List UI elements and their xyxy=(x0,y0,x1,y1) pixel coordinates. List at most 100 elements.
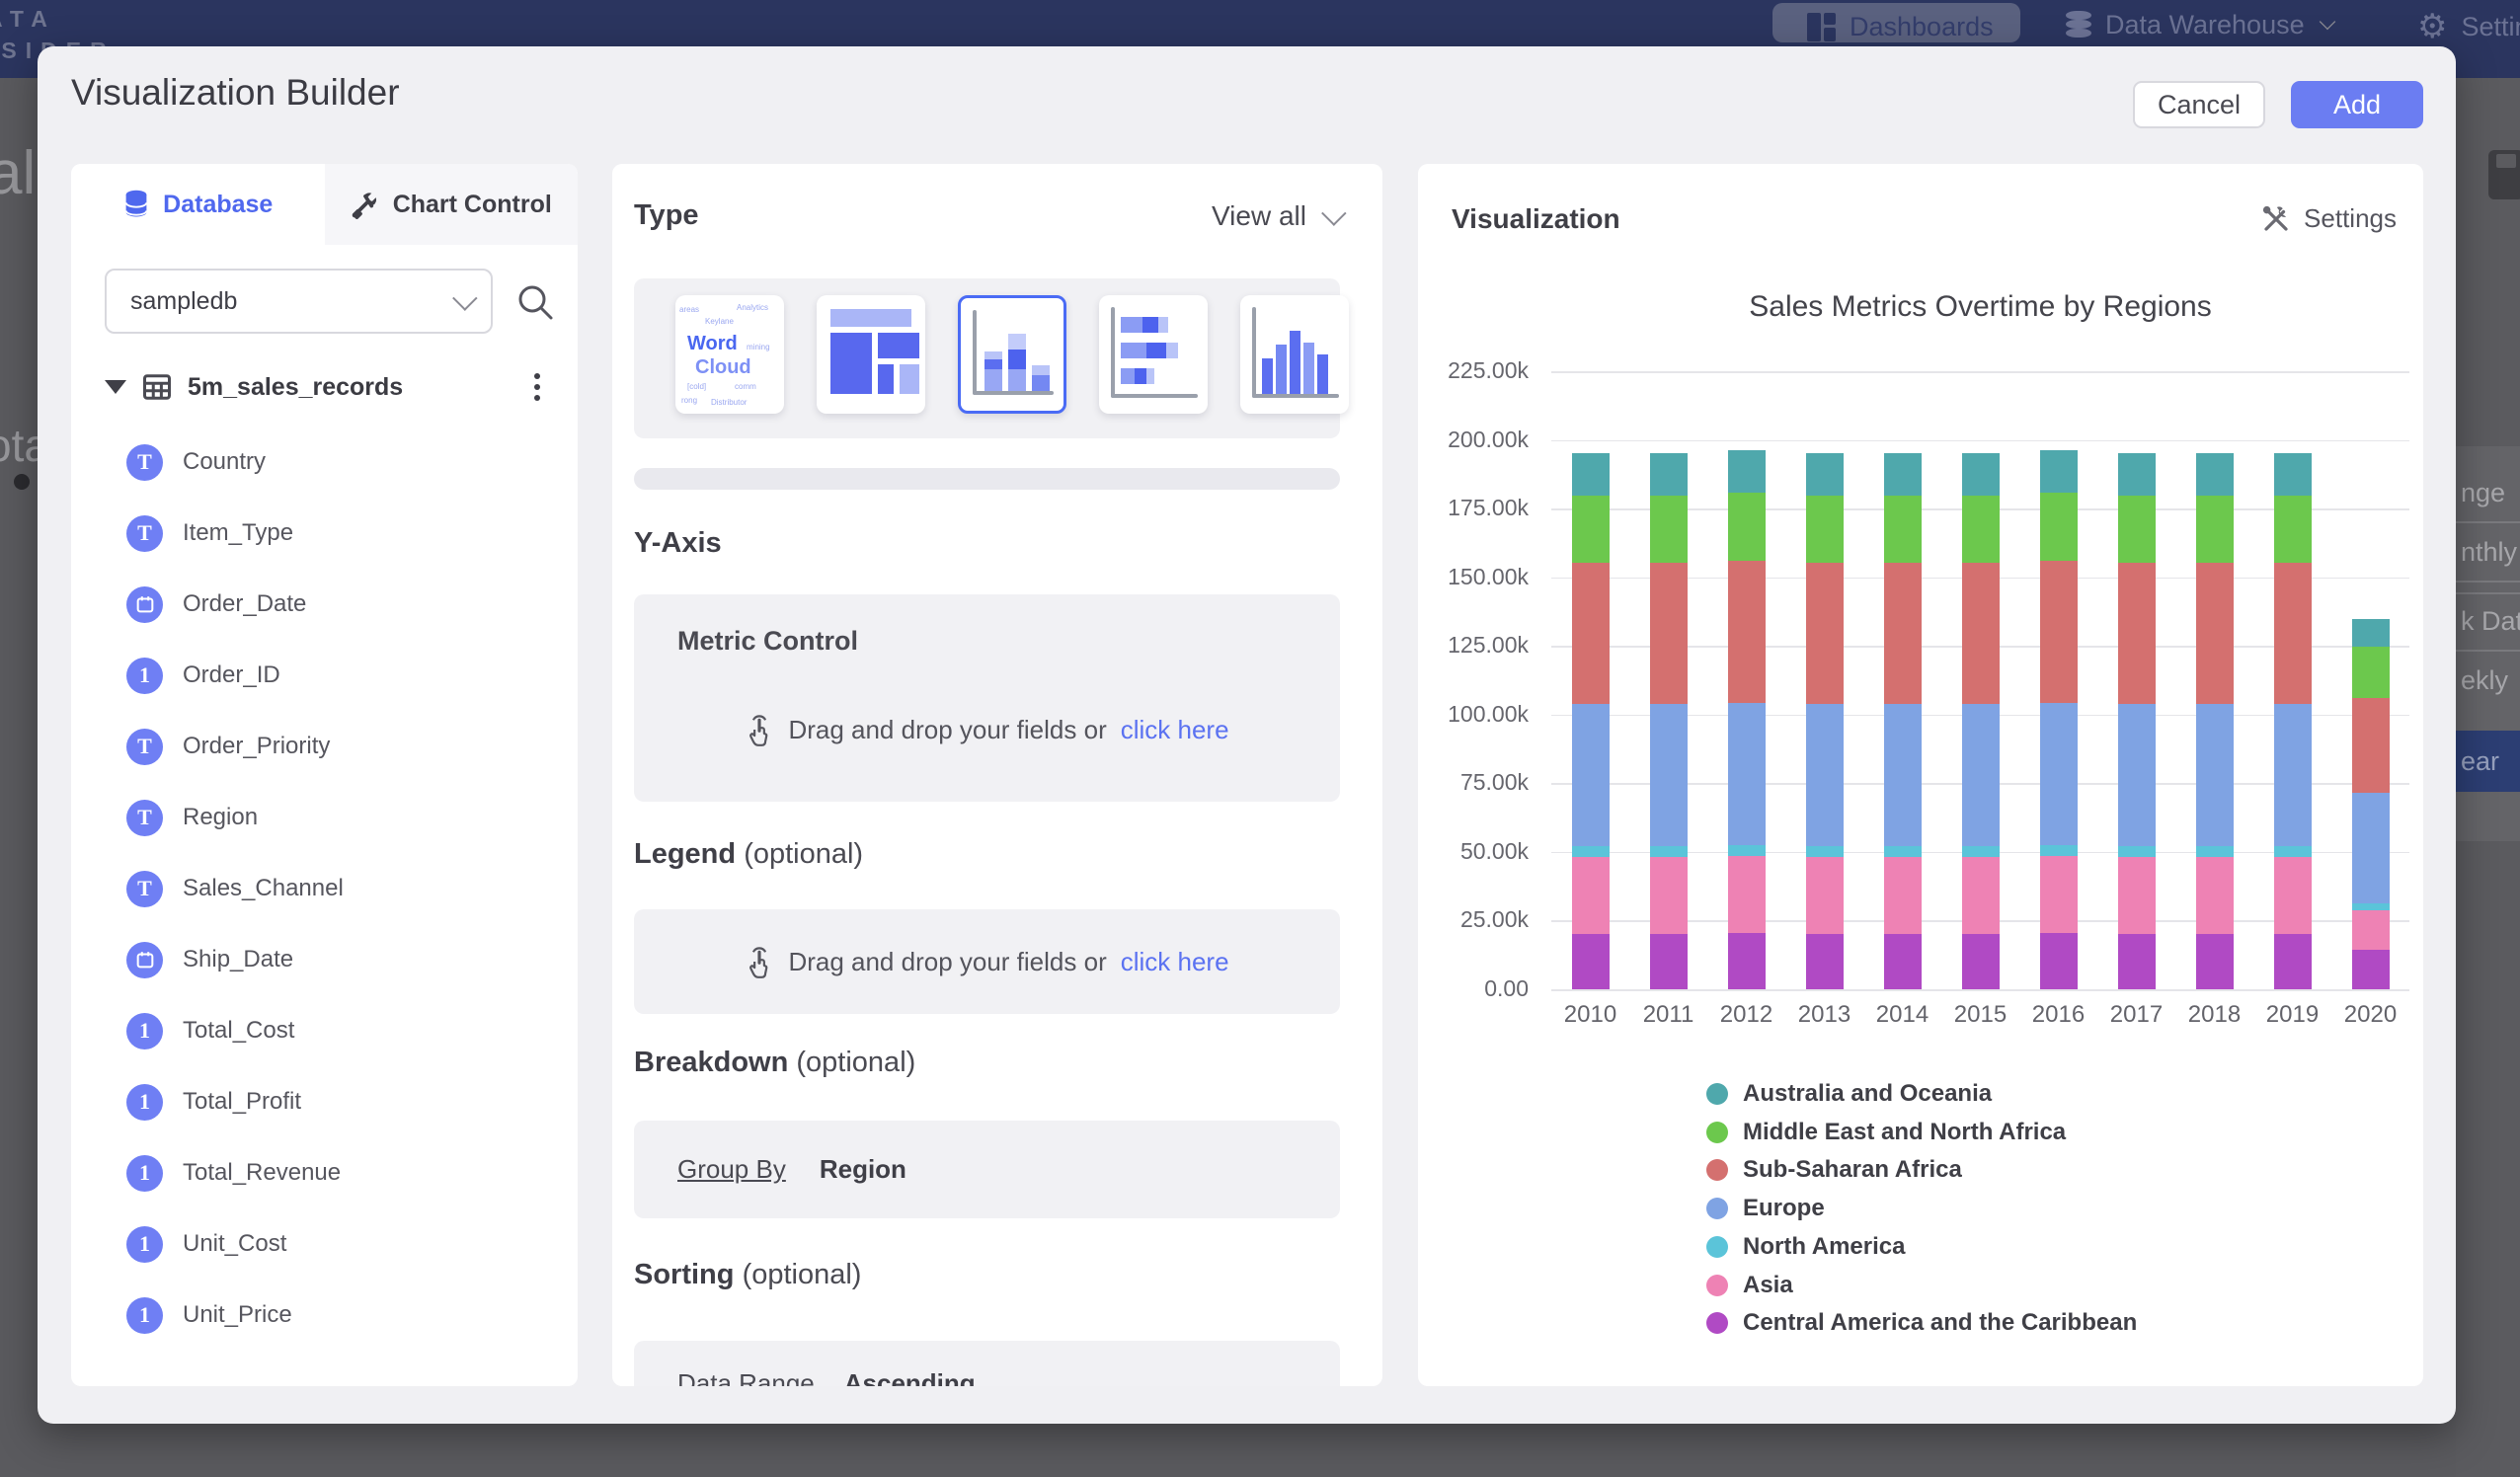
bar-segment xyxy=(1572,846,1610,857)
bar-segment xyxy=(1962,934,2000,989)
field-item-sales_channel[interactable]: TSales_Channel xyxy=(126,853,344,924)
chart-type-strip: areas Analytics Keylane mining [cold] co… xyxy=(634,278,1340,438)
field-name: Item_Type xyxy=(183,519,293,547)
bar-segment xyxy=(2274,934,2312,989)
bar-segment xyxy=(1728,856,1766,933)
x-axis-tick-label: 2012 xyxy=(1707,1001,1785,1029)
backdrop-text-fragment: al xyxy=(0,138,36,208)
bar-segment xyxy=(2196,496,2234,564)
field-item-order_date[interactable]: Order_Date xyxy=(126,569,306,640)
y-axis-tick-label: 75.00k xyxy=(1418,769,1529,796)
bar-segment xyxy=(2352,647,2390,697)
number-type-icon: 1 xyxy=(126,658,163,694)
backdrop-dropdown-list: nge nthly k Date ekly ear xyxy=(2456,446,2520,841)
bar-segment xyxy=(2196,934,2234,989)
bar-segment xyxy=(1884,563,1922,704)
bar-segment xyxy=(1572,496,1610,563)
nav-item-settings[interactable]: ⚙ Settings xyxy=(2417,10,2520,43)
bar-segment xyxy=(1572,453,1610,496)
bar-segment xyxy=(2274,563,2312,704)
legend-item[interactable]: Asia xyxy=(1706,1272,1793,1299)
y-axis-tick-label: 100.00k xyxy=(1418,701,1529,728)
field-item-unit_cost[interactable]: 1Unit_Cost xyxy=(126,1208,286,1280)
bar-segment xyxy=(2196,846,2234,857)
metric-control-dropzone[interactable]: Metric Control Drag and drop your fields… xyxy=(634,594,1340,802)
field-item-total_revenue[interactable]: 1Total_Revenue xyxy=(126,1137,341,1208)
bar-segment xyxy=(2118,453,2156,496)
database-select[interactable]: sampledb xyxy=(105,269,493,334)
table-tree-row[interactable]: 5m_sales_records xyxy=(105,361,544,413)
field-item-ship_date[interactable]: Ship_Date xyxy=(126,924,293,995)
bar-segment xyxy=(1884,857,1922,934)
group-by-label[interactable]: Group By xyxy=(677,1154,786,1185)
cancel-button[interactable]: Cancel xyxy=(2133,81,2265,128)
date-type-icon xyxy=(126,942,163,978)
screen: ATA ISIDER Dashboards Data Warehouse ⚙ S… xyxy=(0,0,2520,1477)
field-item-country[interactable]: TCountry xyxy=(126,427,266,498)
bar-segment xyxy=(1728,933,1766,989)
backdrop-list-item-selected: ear xyxy=(2456,731,2520,792)
legend-item[interactable]: North America xyxy=(1706,1233,1905,1261)
bar-segment xyxy=(2118,934,2156,989)
bar-segment xyxy=(2352,910,2390,950)
breakdown-section-title: Breakdown (optional) xyxy=(634,1047,915,1079)
chart-type-word-cloud[interactable]: areas Analytics Keylane mining [cold] co… xyxy=(675,295,784,414)
data-warehouse-icon xyxy=(2066,11,2091,40)
field-item-region[interactable]: TRegion xyxy=(126,782,258,853)
field-item-total_profit[interactable]: 1 Total_Profit xyxy=(126,1066,301,1137)
legend-dot xyxy=(1706,1159,1728,1181)
text-type-icon: T xyxy=(126,729,163,765)
bar-segment xyxy=(1884,704,1922,846)
chart-type-treemap[interactable] xyxy=(817,295,925,414)
chart-type-stacked-bar[interactable] xyxy=(1099,295,1208,414)
legend-item[interactable]: Australia and Oceania xyxy=(1706,1080,1992,1108)
bar-segment xyxy=(1884,934,1922,989)
bar-segment xyxy=(2352,619,2390,647)
backdrop-list-item: ekly xyxy=(2461,665,2520,696)
breakdown-box[interactable]: Group By Region xyxy=(634,1121,1340,1218)
chart-type-stacked-column-selected[interactable] xyxy=(958,295,1066,414)
click-here-link[interactable]: click here xyxy=(1121,715,1229,745)
legend-item[interactable]: Central America and the Caribbean xyxy=(1706,1309,2137,1337)
field-name: Total_Profit xyxy=(183,1088,301,1116)
type-header-row: Type View all xyxy=(634,199,1340,232)
field-item-total_cost[interactable]: 1Total_Cost xyxy=(126,995,294,1066)
number-type-icon: 1 xyxy=(126,1084,163,1121)
field-item-item_type[interactable]: T Item_Type xyxy=(126,498,293,569)
viz-settings-button[interactable]: Settings xyxy=(2261,203,2397,234)
number-type-icon: 1 xyxy=(126,1297,163,1334)
sorting-box[interactable]: Data Range Ascending xyxy=(634,1341,1340,1386)
nav-item-dashboards[interactable]: Dashboards xyxy=(1807,12,1994,42)
field-item-order_id[interactable]: 1Order_ID xyxy=(126,640,280,711)
legend-dot xyxy=(1706,1312,1728,1334)
x-axis-tick-label: 2020 xyxy=(2331,1001,2409,1029)
legend-dropzone[interactable]: Drag and drop your fields or click here xyxy=(634,909,1340,1014)
search-button[interactable] xyxy=(513,280,557,324)
kebab-menu-icon[interactable] xyxy=(530,369,544,405)
chevron-down-icon xyxy=(452,285,477,310)
field-name: Ship_Date xyxy=(183,946,293,973)
add-button[interactable]: Add xyxy=(2291,81,2423,128)
x-axis-tick-label: 2016 xyxy=(2019,1001,2097,1029)
field-name: Sales_Channel xyxy=(183,875,344,902)
tab-chart-control[interactable]: Chart Control xyxy=(325,164,579,245)
field-item-order_priority[interactable]: TOrder_Priority xyxy=(126,711,330,782)
horizontal-scrollbar[interactable] xyxy=(634,468,1340,490)
field-item-unit_price[interactable]: 1Unit_Price xyxy=(126,1280,292,1351)
nav-item-data-warehouse[interactable]: Data Warehouse xyxy=(2066,10,2336,40)
bar-segment xyxy=(1806,496,1844,563)
legend-item[interactable]: Sub-Saharan Africa xyxy=(1706,1156,1962,1184)
bar-segment xyxy=(1650,857,1688,934)
text-type-icon: T xyxy=(126,515,163,552)
bar-segment xyxy=(2274,453,2312,496)
caret-down-icon[interactable] xyxy=(105,380,126,394)
legend-item[interactable]: Middle East and North Africa xyxy=(1706,1119,2066,1146)
click-here-link[interactable]: click here xyxy=(1121,947,1229,977)
legend-item[interactable]: Europe xyxy=(1706,1195,1825,1222)
tab-database[interactable]: Database xyxy=(71,164,325,245)
view-all-button[interactable]: View all xyxy=(1212,200,1340,232)
sorting-row-label[interactable]: Data Range xyxy=(677,1368,815,1386)
y-axis-section-title: Y-Axis xyxy=(634,527,722,560)
x-axis-tick-label: 2019 xyxy=(2253,1001,2331,1029)
chart-type-histogram[interactable] xyxy=(1240,295,1349,414)
